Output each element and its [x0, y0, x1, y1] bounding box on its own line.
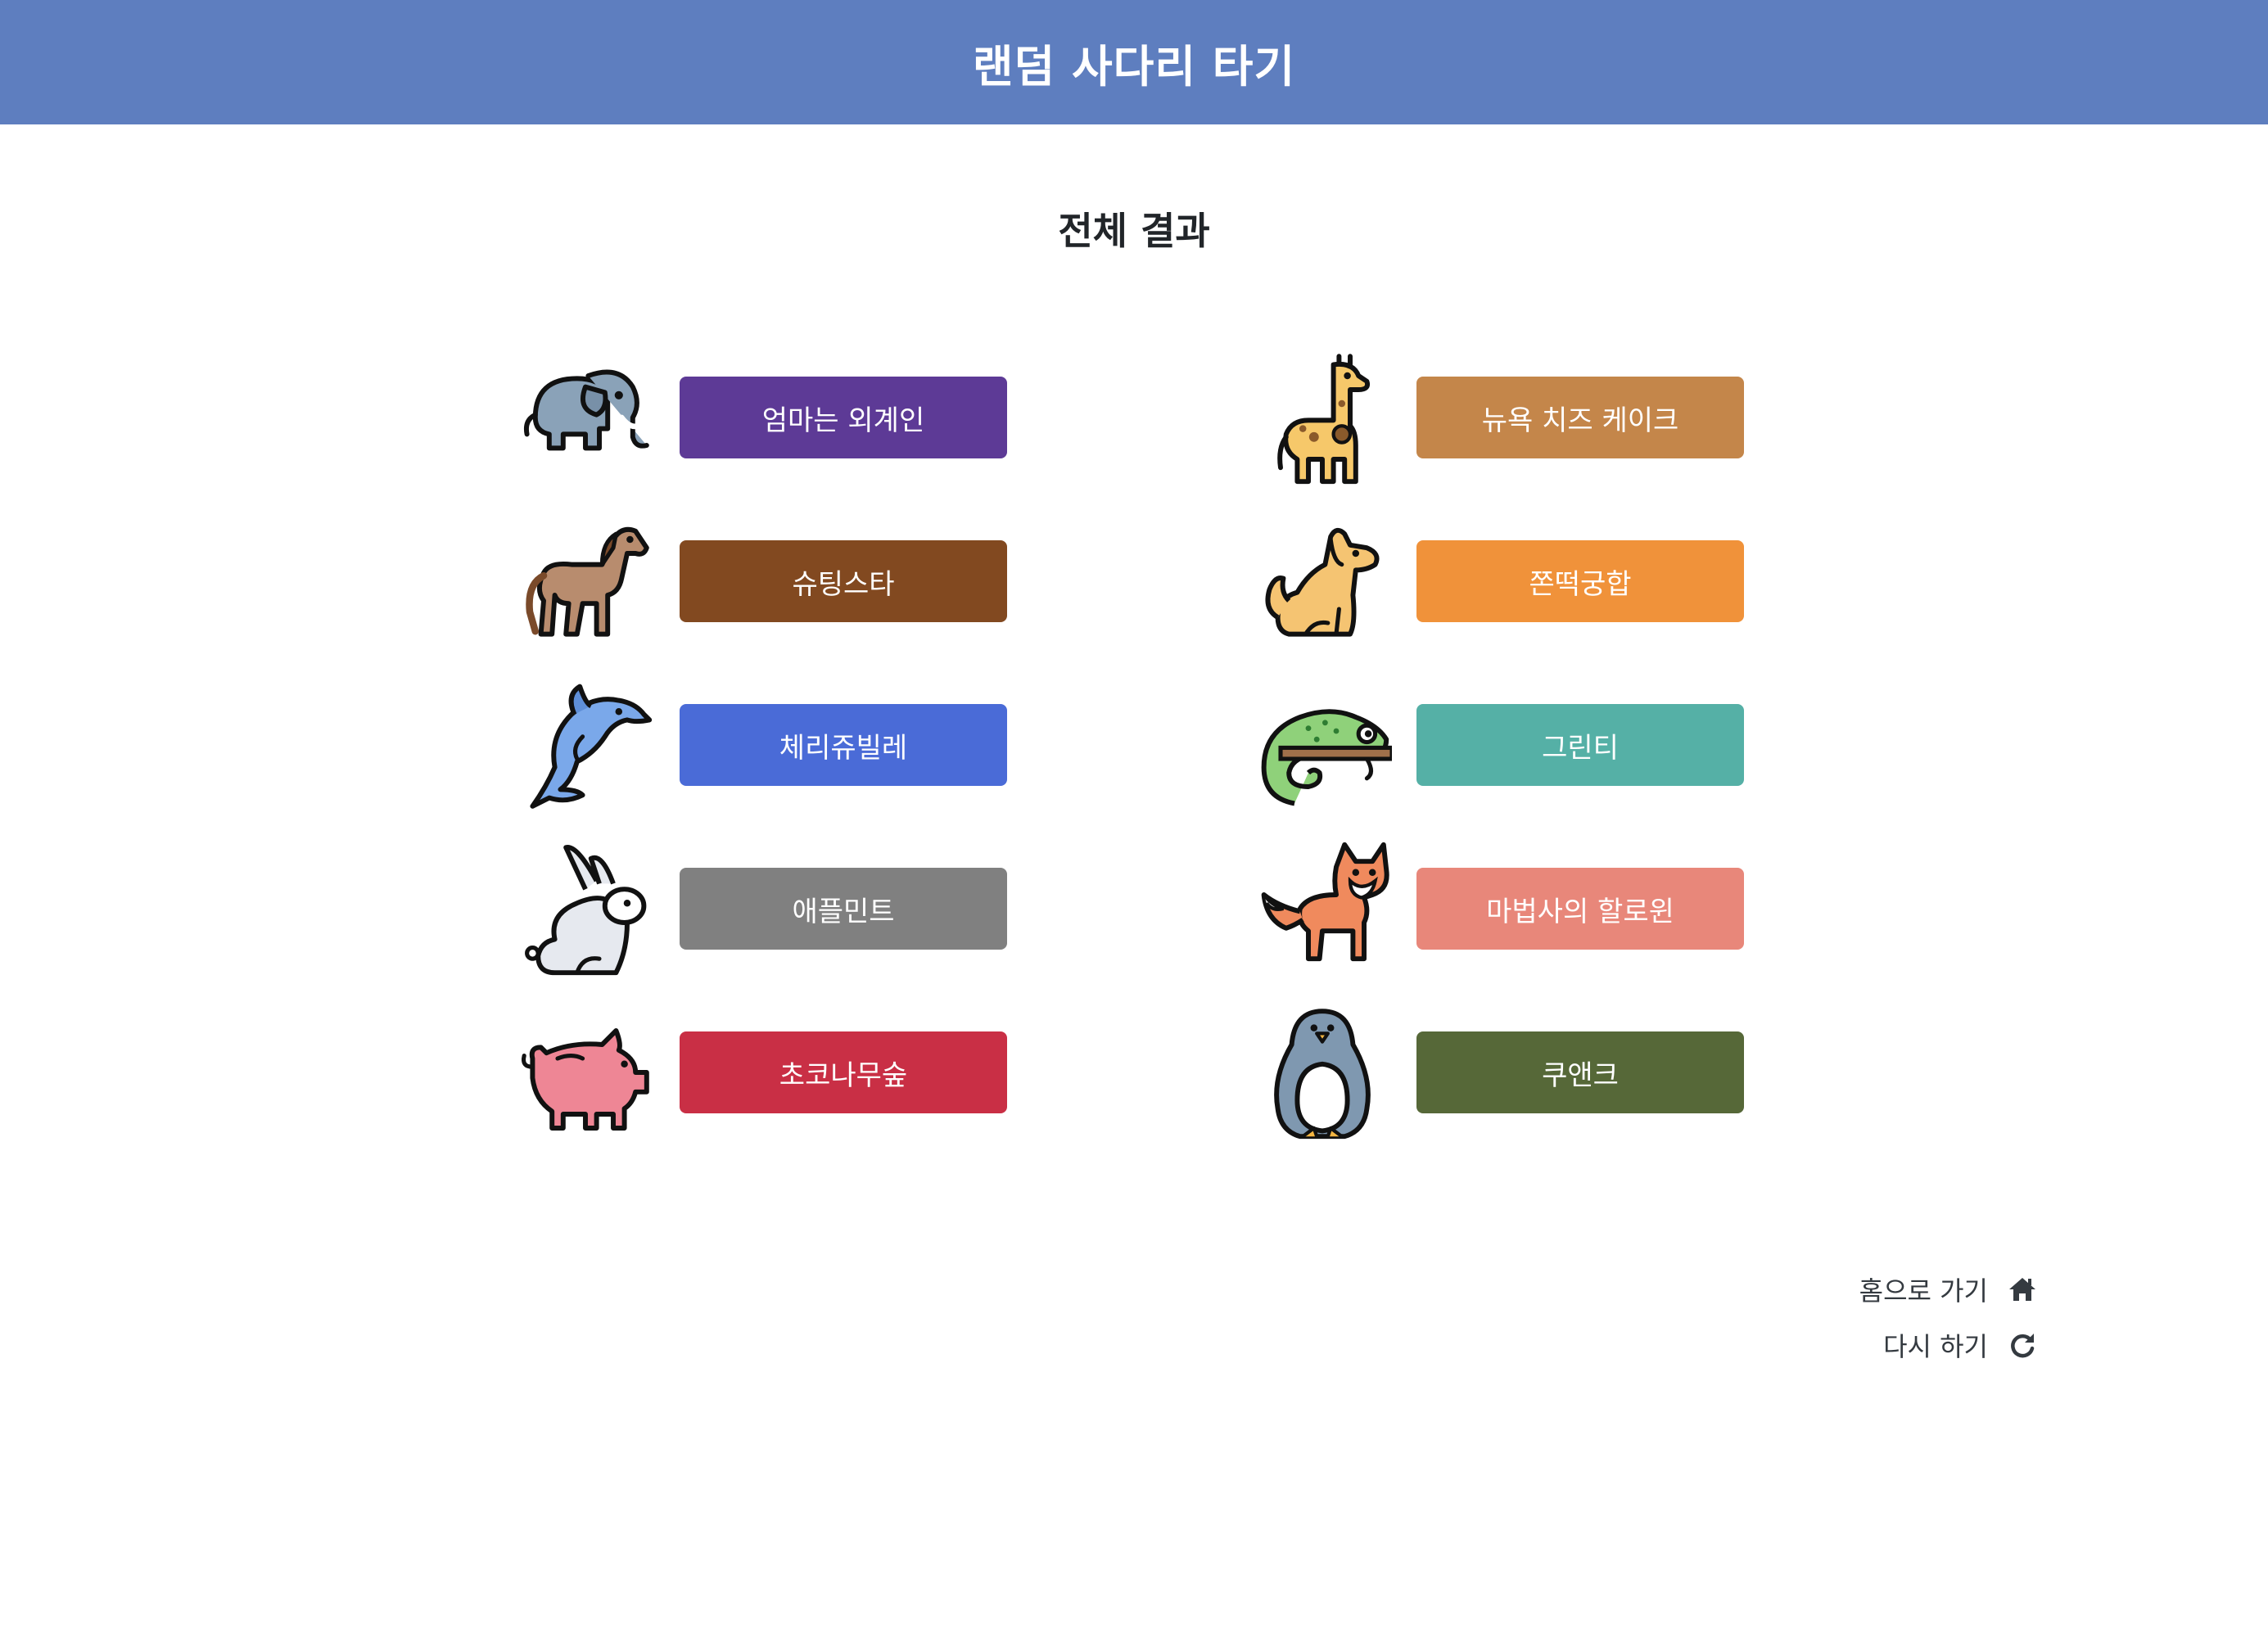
result-row: 뉴욕 치즈 케이크 [1253, 348, 1957, 487]
page-subtitle: 전체 결과 [1058, 209, 1210, 253]
elephant-icon [516, 348, 655, 487]
result-row: 쿠앤크 [1253, 1003, 1957, 1142]
redo-icon [2006, 1329, 2039, 1361]
result-button[interactable]: 쿠앤크 [1416, 1031, 1744, 1113]
result-row: 슈팅스타 [516, 512, 1220, 651]
app-header: 랜덤 사다리 타기 [0, 0, 2268, 124]
dolphin-icon [516, 675, 655, 815]
result-row: 쫀떡궁합 [1253, 512, 1957, 651]
result-row: 초코나무숲 [516, 1003, 1220, 1142]
result-button[interactable]: 체리쥬빌레 [680, 704, 1007, 786]
result-button[interactable]: 엄마는 외계인 [680, 377, 1007, 458]
result-button[interactable]: 뉴욕 치즈 케이크 [1416, 377, 1744, 458]
footer-links: 홈으로 가기 다시 하기 [1859, 1267, 2039, 1379]
result-button[interactable]: 슈팅스타 [680, 540, 1007, 622]
horse-icon [516, 512, 655, 651]
retry-link-label: 다시 하기 [1883, 1331, 1988, 1362]
result-row: 마법사의 할로윈 [1253, 839, 1957, 978]
app-title: 랜덤 사다리 타기 [972, 40, 1296, 93]
home-link-label: 홈으로 가기 [1859, 1275, 1988, 1307]
giraffe-icon [1253, 348, 1392, 487]
result-row: 그린티 [1253, 675, 1957, 815]
pig-icon [516, 1003, 655, 1142]
result-button[interactable]: 쫀떡궁합 [1416, 540, 1744, 622]
result-row: 애플민트 [516, 839, 1220, 978]
retry-link[interactable]: 다시 하기 [1859, 1323, 2039, 1367]
result-row: 엄마는 외계인 [516, 348, 1220, 487]
result-button[interactable]: 그린티 [1416, 704, 1744, 786]
home-icon [2006, 1273, 2039, 1306]
result-button[interactable]: 애플민트 [680, 868, 1007, 950]
chameleon-icon [1253, 675, 1392, 815]
result-button[interactable]: 마법사의 할로윈 [1416, 868, 1744, 950]
dog-icon [1253, 512, 1392, 651]
rabbit-icon [516, 839, 655, 978]
penguin-icon [1253, 1003, 1392, 1142]
result-row: 체리쥬빌레 [516, 675, 1220, 815]
result-button[interactable]: 초코나무숲 [680, 1031, 1007, 1113]
home-link[interactable]: 홈으로 가기 [1859, 1267, 2039, 1311]
fox-icon [1253, 839, 1392, 978]
